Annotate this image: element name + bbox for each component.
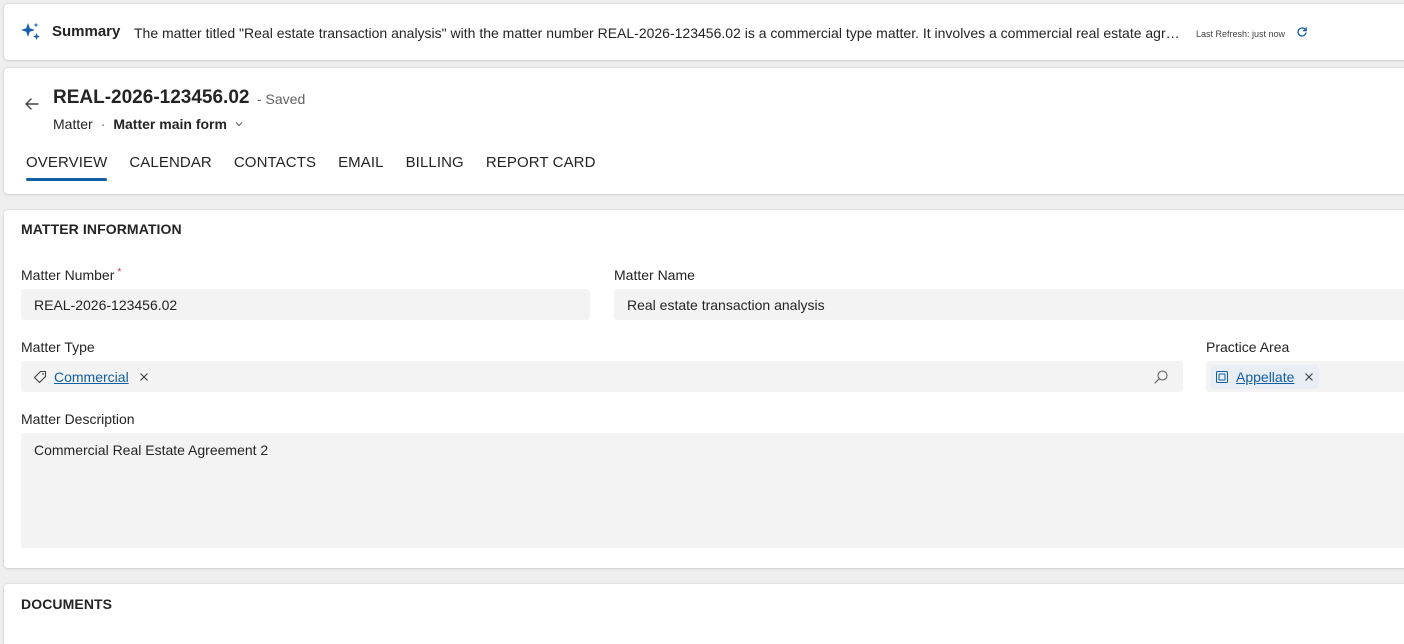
- last-refresh-label: Last Refresh: just now: [1196, 29, 1286, 39]
- search-icon[interactable]: [1153, 369, 1169, 385]
- entity-name: Matter: [53, 116, 93, 132]
- practice-area-label: Practice Area: [1206, 339, 1290, 355]
- summary-title: Summary: [52, 23, 121, 40]
- back-arrow-icon[interactable]: [22, 94, 42, 114]
- record-title: REAL-2026-123456.02: [53, 87, 250, 108]
- tab-billing[interactable]: BILLING: [406, 152, 464, 181]
- matter-type-label: Matter Type: [21, 339, 95, 355]
- form-name: Matter main form: [113, 116, 227, 132]
- chevron-down-icon: [235, 122, 243, 127]
- practice-area-entity-icon: [1216, 371, 1228, 383]
- practice-area-tag: Appellate: [1211, 365, 1320, 389]
- entity-form-line: Matter · Matter main form: [53, 116, 245, 132]
- matter-number-field[interactable]: REAL-2026-123456.02: [21, 289, 590, 320]
- separator: ·: [100, 116, 106, 132]
- tab-contacts[interactable]: CONTACTS: [234, 152, 316, 181]
- matter-type-tag: Commercial: [29, 365, 154, 389]
- close-icon[interactable]: [1303, 371, 1315, 383]
- required-marker: *: [117, 267, 122, 278]
- matter-description-label: Matter Description: [21, 411, 135, 427]
- matter-number-label-text: Matter Number: [21, 267, 115, 283]
- matter-type-link[interactable]: Commercial: [54, 369, 129, 385]
- record-header: REAL-2026-123456.02 - Saved Matter · Mat…: [4, 68, 1404, 194]
- form-selector[interactable]: Matter main form: [113, 116, 245, 132]
- tab-email[interactable]: EMAIL: [338, 152, 384, 181]
- practice-area-lookup[interactable]: Appellate: [1206, 361, 1404, 392]
- tag-icon: [33, 370, 47, 384]
- sparkle-icon: [21, 22, 40, 40]
- documents-section: DOCUMENTS: [4, 584, 1404, 644]
- matter-type-lookup[interactable]: Commercial: [21, 361, 1183, 392]
- matter-number-label: Matter Number *: [21, 267, 121, 283]
- copilot-summary-bar: Summary The matter titled "Real estate t…: [4, 4, 1404, 60]
- tab-calendar[interactable]: CALENDAR: [129, 152, 212, 181]
- matter-name-label: Matter Name: [614, 267, 695, 283]
- matter-name-field[interactable]: Real estate transaction analysis: [614, 289, 1404, 320]
- documents-title: DOCUMENTS: [21, 596, 113, 612]
- summary-text: The matter titled "Real estate transacti…: [134, 25, 1184, 41]
- section-title: MATTER INFORMATION: [21, 221, 182, 237]
- matter-information-section: MATTER INFORMATION Matter Number * REAL-2…: [4, 210, 1404, 568]
- save-status: - Saved: [257, 91, 306, 107]
- close-icon[interactable]: [138, 371, 150, 383]
- tab-report-card[interactable]: REPORT CARD: [486, 152, 596, 181]
- practice-area-link[interactable]: Appellate: [1236, 369, 1294, 385]
- matter-description-field[interactable]: Commercial Real Estate Agreement 2: [21, 433, 1404, 548]
- tab-overview[interactable]: OVERVIEW: [26, 152, 108, 181]
- refresh-icon[interactable]: [1296, 26, 1308, 38]
- tab-list: OVERVIEW CALENDAR CONTACTS EMAIL BILLING…: [26, 152, 618, 181]
